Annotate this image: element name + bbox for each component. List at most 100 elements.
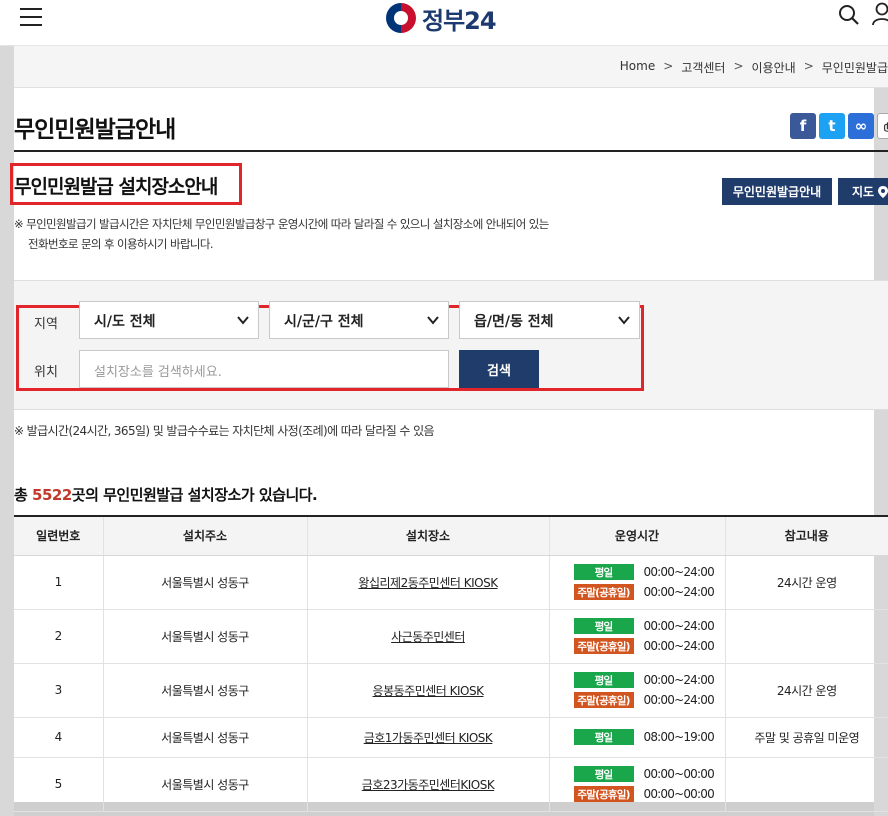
row-no: 4 [14,717,103,758]
breadcrumb-home[interactable]: Home [620,59,655,76]
breadcrumb-separator: > [663,59,674,73]
breadcrumb-current[interactable]: 무인민원발급 [822,59,888,76]
result-prefix: 총 [14,486,33,504]
row-no: 2 [14,609,103,664]
col-header-place: 설치장소 [306,515,549,556]
title-divider [14,150,888,152]
region-label: 지역 [34,317,58,332]
breadcrumb-usage-guide[interactable]: 이용안내 [752,59,796,76]
col-header-no: 일련번호 [14,515,103,556]
facebook-icon[interactable]: f [790,113,816,139]
row-note: 주말 및 공휴일 미운영 [724,717,888,758]
row-place-cell: 금호23가동주민센터KIOSK [306,757,549,812]
share-toolbar: f t ∞ ⎙ [790,113,888,139]
top-header: 정부24 [0,0,888,46]
breadcrumb: Home > 고객센터 > 이용안내 > 무인민원발급 [620,59,888,76]
weekday-tag: 평일 [573,618,634,634]
row-address: 서울특별시 성동구 [102,717,307,758]
col-header-address: 설치주소 [102,515,307,556]
row-place-cell: 응봉동주민센터 KIOSK [306,663,549,718]
row-no: 3 [14,663,103,718]
weekday-time: 00:00~00:00 [643,767,715,781]
row-hours-cell: 평일 00:00~24:00 주말(공휴일) 00:00~24:00 [548,555,725,610]
row-hours-cell: 평일 08:00~19:00 [548,717,725,758]
row-note: 24시간 운영 [724,663,888,718]
weekday-time: 00:00~24:00 [643,619,715,633]
breadcrumb-customer-center[interactable]: 고객센터 [681,59,725,76]
row-note: 24시간 운영 [724,555,888,610]
weekend-time: 00:00~24:00 [643,693,715,707]
sido-select-value: 시/도 전체 [94,314,156,330]
page-title: 무인민원발급안내 [14,117,176,143]
row-hours-cell: 평일 00:00~00:00 주말(공휴일) 00:00~00:00 [548,757,725,812]
weekend-tag: 주말(공휴일) [573,584,634,600]
kiosk-info-button[interactable]: 무인민원발급안내 [722,178,832,205]
user-icon[interactable] [872,2,888,26]
chevron-down-icon [618,316,630,325]
breadcrumb-separator: > [803,59,814,73]
kiosk-location-table: 일련번호 설치주소 설치장소 운영시간 참고내용 1 서울특별시 성동구 왕십리… [14,515,888,812]
breadcrumb-bar: Home > 고객센터 > 이용안내 > 무인민원발급 [14,46,888,88]
sigungu-select[interactable]: 시/군/구 전체 [269,301,449,339]
hamburger-menu-icon[interactable] [20,8,42,26]
section-subtitle: 무인민원발급 설치장소안내 [14,176,218,198]
place-link[interactable]: 왕십리제2동주민센터 KIOSK [358,576,498,590]
row-place-cell: 왕십리제2동주민센터 KIOSK [306,555,549,610]
weekend-tag: 주말(공휴일) [573,692,634,708]
weekend-tag: 주말(공휴일) [573,638,634,654]
left-window-edge [0,0,14,816]
notice-line-2: 전화번호로 문의 후 이용하시기 바랍니다. [28,237,214,251]
col-header-note: 참고내용 [724,515,888,556]
table-row: 2 서울특별시 성동구 사근동주민센터 평일 00:00~24:00 주말(공휴일… [14,609,888,664]
table-header-row: 일련번호 설치주소 설치장소 운영시간 참고내용 [14,515,888,556]
weekend-time: 00:00~24:00 [643,585,715,599]
link-icon[interactable]: ∞ [848,113,874,139]
map-button[interactable]: 지도 [838,178,888,205]
weekday-tag: 평일 [573,766,634,782]
issuance-notice: ※ 발급시간(24시간, 365일) 및 발급수수료는 자치단체 사정(조례)에… [14,424,435,438]
logo-text: 정부24 [422,6,497,35]
table-row: 5 서울특별시 성동구 금호23가동주민센터KIOSK 평일 00:00~00:0… [14,757,888,812]
row-note [724,757,888,812]
weekday-time: 00:00~24:00 [643,673,715,687]
row-hours-cell: 평일 00:00~24:00 주말(공휴일) 00:00~24:00 [548,663,725,718]
weekday-tag: 평일 [573,729,634,745]
row-place-cell: 금호1가동주민센터 KIOSK [306,717,549,758]
result-count-text: 총 5522곳의 무인민원발급 설치장소가 있습니다. [14,484,318,505]
notice-line-1: ※ 무인민원발급기 발급시간은 자치단체 무인민원발급창구 운영시간에 따라 달… [14,217,549,231]
sigungu-select-value: 시/군/구 전체 [284,314,364,330]
chevron-down-icon [237,316,249,325]
taegeuk-emblem-icon [386,3,416,33]
weekday-tag: 평일 [573,564,634,580]
row-address: 서울특별시 성동구 [102,757,307,812]
result-suffix: 곳의 무인민원발급 설치장소가 있습니다. [71,486,318,504]
col-header-hours: 운영시간 [548,515,725,556]
location-label: 위치 [34,365,58,380]
twitter-icon[interactable]: t [819,113,845,139]
row-no: 5 [14,757,103,812]
weekday-tag: 평일 [573,672,634,688]
place-link[interactable]: 금호1가동주민센터 KIOSK [364,731,493,745]
table-row: 4 서울특별시 성동구 금호1가동주민센터 KIOSK 평일 08:00~19:0… [14,717,888,758]
row-hours-cell: 평일 00:00~24:00 주말(공휴일) 00:00~24:00 [548,609,725,664]
row-address: 서울특별시 성동구 [102,663,307,718]
site-logo[interactable]: 정부24 [386,2,497,35]
weekend-time: 00:00~00:00 [643,787,715,801]
eupmyeondong-select-value: 읍/면/동 전체 [474,314,554,330]
row-place-cell: 사근동주민센터 [306,609,549,664]
row-note [724,609,888,664]
sido-select[interactable]: 시/도 전체 [79,301,259,339]
eupmyeondong-select[interactable]: 읍/면/동 전체 [459,301,640,339]
chevron-down-icon [427,316,439,325]
weekend-time: 00:00~24:00 [643,639,715,653]
search-button[interactable]: 검색 [459,350,539,388]
search-icon[interactable] [838,4,860,26]
place-link[interactable]: 금호23가동주민센터KIOSK [362,778,495,792]
weekday-time: 00:00~24:00 [643,565,715,579]
location-search-input[interactable]: 설치장소를 검색하세요. [79,350,449,388]
place-link[interactable]: 응봉동주민센터 KIOSK [373,684,484,698]
place-link[interactable]: 사근동주민센터 [391,630,465,644]
print-icon[interactable]: ⎙ [877,113,888,139]
row-no: 1 [14,555,103,610]
weekend-tag: 주말(공휴일) [573,786,634,802]
